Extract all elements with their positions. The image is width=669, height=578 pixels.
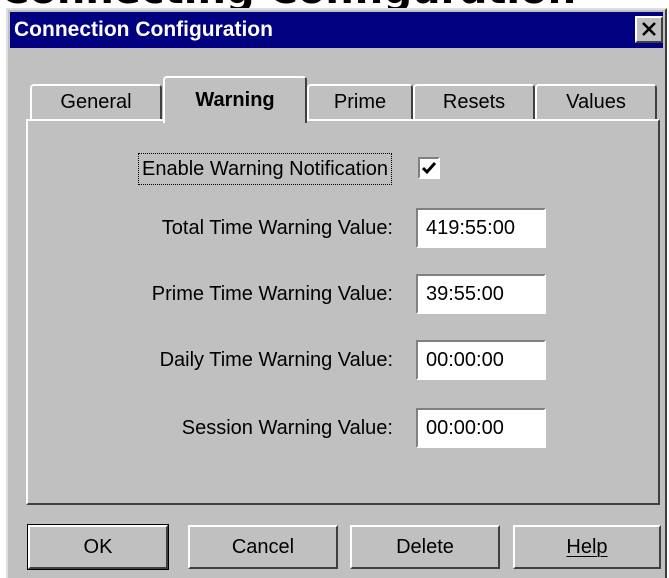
clipped-heading-text: Connecting Configuration bbox=[0, 0, 576, 8]
delete-button[interactable]: Delete bbox=[350, 525, 500, 569]
prime-time-warning-input[interactable]: 39:55:00 bbox=[416, 274, 546, 314]
daily-time-warning-label: Daily Time Warning Value: bbox=[159, 349, 393, 371]
total-time-warning-label: Total Time Warning Value: bbox=[161, 217, 393, 239]
dialog-page: Connecting Configuration Connection Conf… bbox=[0, 0, 669, 578]
connection-configuration-dialog: Connection Configuration General Warning… bbox=[6, 8, 667, 578]
enable-warning-label[interactable]: Enable Warning Notification bbox=[138, 153, 393, 185]
window-title: Connection Configuration bbox=[14, 18, 273, 41]
session-warning-label: Session Warning Value: bbox=[181, 417, 393, 439]
title-bar[interactable]: Connection Configuration bbox=[10, 12, 663, 48]
tab-values[interactable]: Values bbox=[535, 84, 657, 121]
cancel-button[interactable]: Cancel bbox=[188, 525, 338, 569]
tab-prime[interactable]: Prime bbox=[307, 84, 413, 121]
clipped-heading: Connecting Configuration bbox=[0, 0, 669, 8]
prime-time-warning-label: Prime Time Warning Value: bbox=[151, 283, 393, 305]
daily-time-warning-input[interactable]: 00:00:00 bbox=[416, 340, 546, 380]
help-button-label: Help bbox=[566, 536, 608, 558]
tab-general[interactable]: General bbox=[30, 84, 162, 121]
tab-warning[interactable]: Warning bbox=[163, 76, 307, 123]
session-warning-input[interactable]: 00:00:00 bbox=[416, 408, 546, 448]
checkmark-icon bbox=[421, 162, 437, 175]
total-time-warning-input[interactable]: 419:55:00 bbox=[416, 208, 546, 248]
ok-button[interactable]: OK bbox=[27, 524, 169, 570]
help-button[interactable]: Help bbox=[513, 525, 661, 569]
tab-resets[interactable]: Resets bbox=[413, 84, 535, 121]
close-button[interactable] bbox=[635, 16, 663, 43]
enable-warning-checkbox[interactable] bbox=[418, 157, 440, 179]
close-icon bbox=[642, 22, 656, 36]
